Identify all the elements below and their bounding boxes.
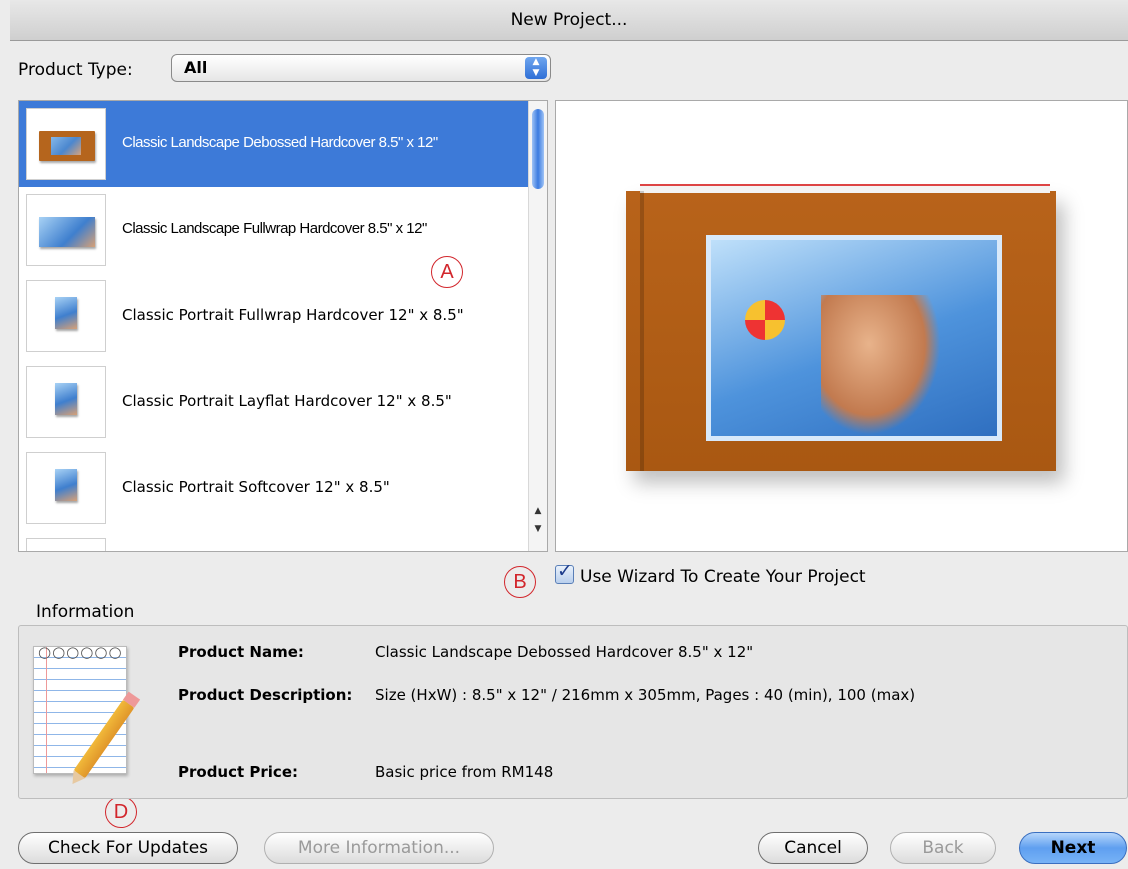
cancel-button[interactable]: Cancel: [758, 832, 868, 864]
product-thumbnail: [26, 366, 106, 438]
list-item[interactable]: Classic Portrait Layflat Hardcover 12" x…: [19, 359, 529, 445]
list-item-label: Classic Portrait Fullwrap Hardcover 12" …: [122, 306, 464, 324]
product-preview: [555, 100, 1128, 552]
list-item[interactable]: [19, 531, 529, 551]
wizard-checkbox[interactable]: ✓: [555, 560, 574, 584]
wizard-option[interactable]: ✓ Use Wizard To Create Your Project: [555, 560, 866, 587]
product-thumbnail: [26, 280, 106, 352]
back-button[interactable]: Back: [890, 832, 996, 864]
portrait-book-icon: [55, 383, 77, 415]
select-arrows-icon: ▲ ▼: [525, 57, 547, 79]
product-thumbnail: [26, 452, 106, 524]
product-description-label: Product Description:: [178, 686, 353, 704]
product-price-label: Product Price:: [178, 763, 298, 781]
window-titlebar: New Project...: [10, 0, 1128, 41]
checkmark-icon: ✓: [557, 560, 573, 582]
annotation-d: D: [105, 796, 137, 828]
annotation-a: A: [431, 256, 463, 288]
portrait-book-icon: [55, 297, 77, 329]
pinwheel-icon: [745, 300, 785, 340]
product-thumbnail: [26, 538, 106, 551]
product-type-select[interactable]: All ▲ ▼: [171, 54, 551, 82]
list-item-label: Classic Portrait Layflat Hardcover 12" x…: [122, 392, 452, 410]
product-price-value: Basic price from RM148: [375, 763, 554, 781]
product-list[interactable]: Classic Landscape Debossed Hardcover 8.5…: [18, 100, 548, 552]
cover-photo: [706, 235, 1002, 441]
product-thumbnail: [26, 194, 106, 266]
product-name-label: Product Name:: [178, 643, 304, 661]
list-scrollbar[interactable]: ▲ ▼: [528, 101, 547, 551]
information-heading: Information: [36, 602, 135, 622]
landscape-book-icon: [39, 131, 95, 161]
scroll-down-icon[interactable]: ▼: [529, 521, 547, 537]
annotation-b: B: [504, 566, 536, 598]
information-panel: ○○○○○○ Product Name: Classic Landscape D…: [18, 625, 1128, 799]
scrollbar-thumb[interactable]: [532, 109, 544, 189]
check-for-updates-button[interactable]: Check For Updates: [18, 832, 238, 864]
wizard-label: Use Wizard To Create Your Project: [580, 567, 866, 587]
more-information-button[interactable]: More Information...: [264, 832, 494, 864]
scroll-up-icon[interactable]: ▲: [529, 503, 547, 519]
product-description-value: Size (HxW) : 8.5" x 12" / 216mm x 305mm,…: [375, 686, 916, 704]
window-title: New Project...: [510, 10, 628, 30]
list-item-label: Classic Landscape Fullwrap Hardcover 8.5…: [122, 220, 427, 237]
portrait-book-icon: [55, 469, 77, 501]
list-item-label: Classic Portrait Softcover 12" x 8.5": [122, 478, 390, 496]
list-item[interactable]: Classic Portrait Softcover 12" x 8.5": [19, 445, 529, 531]
notepad-icon: ○○○○○○: [33, 643, 127, 774]
list-item[interactable]: Classic Landscape Debossed Hardcover 8.5…: [19, 101, 529, 187]
next-button[interactable]: Next: [1019, 832, 1127, 864]
product-type-value: All: [184, 58, 208, 77]
product-name-value: Classic Landscape Debossed Hardcover 8.5…: [375, 643, 754, 661]
product-thumbnail: [26, 108, 106, 180]
photobook-cover-image: [626, 184, 1056, 471]
list-item-label: Classic Landscape Debossed Hardcover 8.5…: [122, 134, 438, 151]
landscape-book-icon: [39, 217, 95, 247]
product-type-label: Product Type:: [18, 60, 133, 80]
